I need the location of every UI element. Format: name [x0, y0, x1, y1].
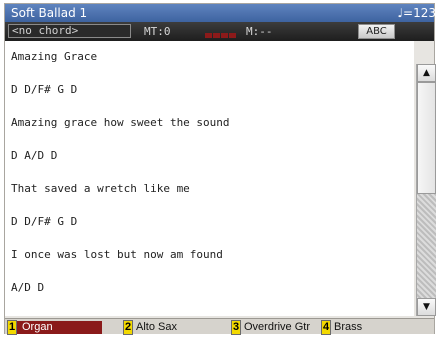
- scroll-up-arrow-icon[interactable]: ▲: [417, 64, 436, 82]
- chord-line: D D/F# G D: [11, 83, 78, 96]
- track-number: 1: [7, 320, 17, 335]
- chord-display: <no chord>: [8, 24, 131, 38]
- lyrics-line: Amazing Grace: [11, 50, 98, 63]
- tempo-readout: ♩=123: [397, 6, 436, 20]
- beat-indicator: [213, 33, 220, 38]
- track-tab-overdrive-gtr[interactable]: 3 Overdrive Gtr: [231, 320, 311, 335]
- track-tab-alto-sax[interactable]: 2 Alto Sax: [123, 320, 177, 335]
- track-name: Organ: [17, 321, 102, 334]
- lyrics-area[interactable]: Amazing Grace D D/F# G D Amazing grace h…: [5, 41, 414, 316]
- lyrics-line: Amazing grace how sweet the sound: [11, 116, 230, 129]
- chord-line: D D/F# G D: [11, 215, 78, 228]
- lyrics-line: That saved a wretch like me: [11, 182, 190, 195]
- track-name: Brass: [334, 321, 363, 333]
- track-tabs: 1 Organ 2 Alto Sax 3 Overdrive Gtr 4 Brass: [5, 318, 434, 335]
- vertical-scrollbar[interactable]: ▲ ▼: [416, 64, 436, 316]
- scroll-thumb[interactable]: [417, 82, 436, 194]
- abc-button[interactable]: ABC: [358, 24, 395, 39]
- track-number: 3: [231, 320, 241, 335]
- track-number: 2: [123, 320, 133, 335]
- track-name: Overdrive Gtr: [244, 321, 311, 333]
- title-bar: Soft Ballad 1 ♩=123: [5, 4, 436, 22]
- measure-readout: M:--: [246, 25, 273, 38]
- lyrics-line: I once was lost but now am found: [11, 248, 223, 261]
- master-transpose: MT:0: [144, 25, 171, 38]
- style-name: Soft Ballad 1: [11, 6, 88, 20]
- beat-indicator: [205, 33, 212, 38]
- song-display-window: Soft Ballad 1 ♩=123 <no chord> MT:0 M:--…: [4, 3, 436, 335]
- scroll-down-arrow-icon[interactable]: ▼: [417, 298, 436, 316]
- chord-line: A/D D: [11, 281, 45, 294]
- track-name: Alto Sax: [136, 321, 177, 333]
- beat-indicator: [221, 33, 228, 38]
- beat-indicator: [229, 33, 236, 38]
- chord-line: D A/D D: [11, 149, 58, 162]
- track-number: 4: [321, 320, 331, 335]
- status-bar: <no chord> MT:0 M:-- ABC: [5, 22, 434, 41]
- beat-meter: [205, 28, 237, 41]
- track-tab-brass[interactable]: 4 Brass: [321, 320, 363, 335]
- track-tab-organ[interactable]: 1 Organ: [7, 320, 102, 335]
